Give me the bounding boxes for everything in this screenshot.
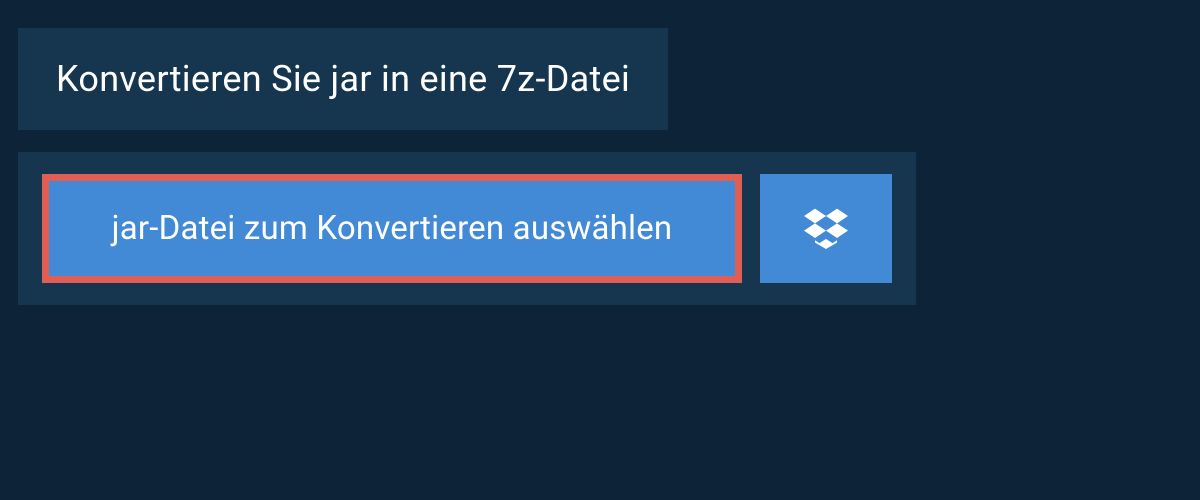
select-file-button[interactable]: jar-Datei zum Konvertieren auswählen <box>42 174 742 283</box>
page-header: Konvertieren Sie jar in eine 7z-Datei <box>18 28 668 130</box>
dropbox-icon <box>804 205 848 252</box>
page-title: Konvertieren Sie jar in eine 7z-Datei <box>56 58 630 100</box>
dropbox-button[interactable] <box>760 174 892 283</box>
upload-panel: jar-Datei zum Konvertieren auswählen <box>18 152 916 305</box>
